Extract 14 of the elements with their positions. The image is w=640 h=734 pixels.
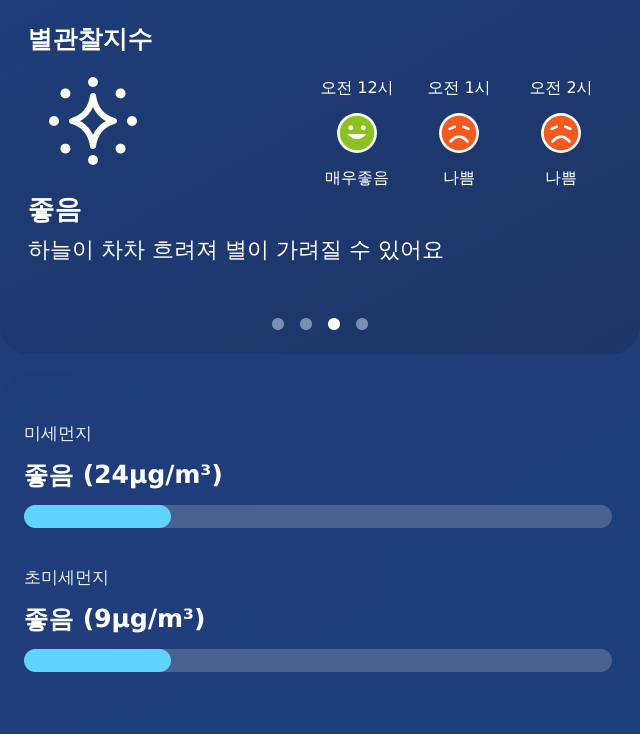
dust-value: 좋음 (9µg/m³) [24, 602, 206, 634]
hour-grade: 나쁨 [545, 166, 577, 188]
hour-label: 오전 1시 [427, 76, 491, 98]
card-title: 별관찰지수 [28, 23, 154, 55]
dust-value: 좋음 (24µg/m³) [24, 458, 224, 490]
hour-grade: 매우좋음 [325, 166, 389, 188]
hour-grade: 나쁨 [443, 166, 475, 188]
grade-text: 좋음 [28, 192, 83, 226]
dust-label: 초미세먼지 [24, 567, 110, 590]
sparkle-star-icon [48, 76, 138, 166]
hour-label: 오전 2시 [529, 76, 593, 98]
dust-label: 미세먼지 [24, 423, 93, 446]
hour-label: 오전 12시 [320, 76, 394, 98]
forecast-message: 하늘이 차차 흐려져 별이 가려질 수 있어요 [28, 237, 445, 265]
